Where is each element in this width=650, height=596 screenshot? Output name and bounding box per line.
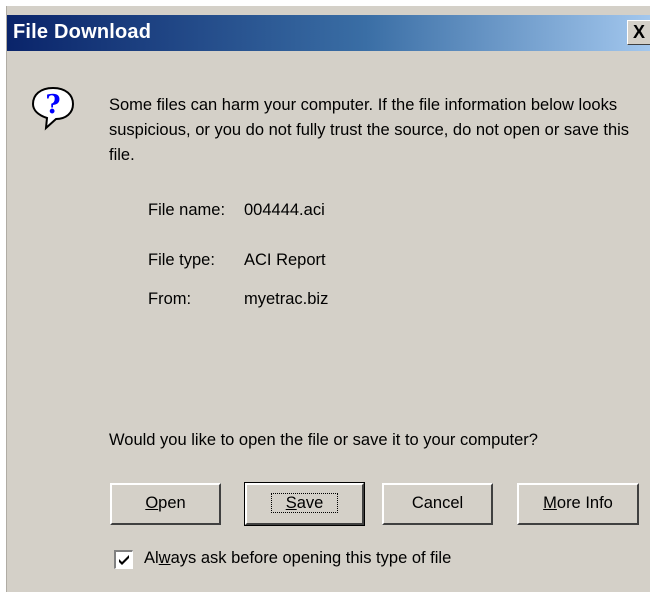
file-type-label: File type:: [148, 251, 215, 269]
always-ask-checkbox[interactable]: [114, 550, 133, 569]
cancel-button[interactable]: Cancel: [382, 483, 493, 525]
checkmark-icon: [119, 555, 129, 565]
file-name-label: File name:: [148, 201, 226, 219]
file-type-row: File type: ACI Report: [148, 251, 326, 270]
question-icon: ?: [31, 86, 75, 131]
from-value: myetrac.biz: [244, 290, 329, 308]
save-button[interactable]: Save: [244, 482, 365, 526]
always-ask-label[interactable]: Always ask before opening this type of f…: [144, 549, 451, 568]
svg-text:?: ?: [45, 90, 60, 120]
close-button[interactable]: X: [627, 20, 650, 45]
question-text: Would you like to open the file or save …: [109, 431, 538, 449]
file-name-value: 004444.aci: [244, 201, 325, 219]
window-title: File Download: [13, 21, 152, 43]
from-row: From: myetrac.biz: [148, 290, 328, 309]
file-type-value: ACI Report: [244, 251, 326, 269]
from-label: From:: [148, 290, 192, 308]
file-name-row: File name: 004444.aci: [148, 201, 325, 220]
file-download-dialog: File Download X ? Some files can harm yo…: [6, 6, 650, 592]
warning-message: Some files can harm your computer. If th…: [109, 96, 630, 164]
title-bar[interactable]: File Download X: [7, 15, 650, 51]
more-info-button[interactable]: More Info: [517, 483, 639, 525]
open-button[interactable]: Open: [110, 483, 221, 525]
